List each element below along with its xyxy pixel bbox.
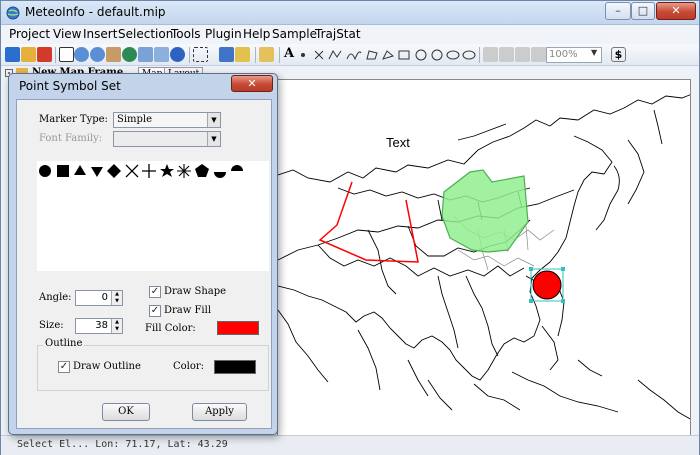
diamond-symbol-icon[interactable] xyxy=(107,164,121,178)
square-symbol-icon[interactable] xyxy=(57,165,69,177)
outline-group-label: Outline xyxy=(43,338,85,349)
measure-icon[interactable] xyxy=(219,47,234,62)
draw-shape-label: Draw Shape xyxy=(164,286,227,297)
zoom-dropdown-icon[interactable]: ▼ xyxy=(591,48,597,57)
fill-color-swatch[interactable] xyxy=(217,321,259,335)
draw-outline-label: Draw Outline xyxy=(73,361,141,372)
maximize-button[interactable]: □ xyxy=(631,2,655,20)
font-family-label: Font Family: xyxy=(39,133,103,144)
chevron-down-icon[interactable]: ▼ xyxy=(207,132,220,146)
fill-color-label: Fill Color: xyxy=(145,323,196,334)
ok-button[interactable]: OK xyxy=(102,403,150,421)
triangle-down-symbol-icon[interactable] xyxy=(91,167,103,177)
lower-half-circle-symbol-icon[interactable] xyxy=(214,172,226,178)
zoom-in-icon[interactable] xyxy=(74,47,89,62)
dollar-icon[interactable]: $ xyxy=(611,47,626,62)
pentagon-symbol-icon[interactable] xyxy=(195,164,209,177)
close-button[interactable]: ✕ xyxy=(656,2,696,20)
angle-label: Angle: xyxy=(39,292,72,303)
remove-icon[interactable] xyxy=(37,47,52,62)
marker-type-value: Simple xyxy=(117,114,153,125)
add-layer-icon[interactable] xyxy=(5,47,20,62)
circle-symbol-icon[interactable] xyxy=(39,165,51,177)
dialog-body: Marker Type: Simple ▼ Font Family: ▼ Ang… xyxy=(16,99,272,429)
menu-bar: Project View Insert Selection Tools Plug… xyxy=(1,25,699,44)
asterisk-symbol-icon[interactable] xyxy=(177,164,191,178)
zoom-layer-icon[interactable] xyxy=(138,47,153,62)
angle-spinner[interactable]: 0 ▲ ▼ xyxy=(75,290,123,306)
edit-icon[interactable] xyxy=(259,47,274,62)
size-value: 38 xyxy=(95,320,108,331)
star-symbol-icon[interactable] xyxy=(160,164,174,177)
marker-type-select[interactable]: Simple ▼ xyxy=(113,112,221,128)
symbol-gallery-icons[interactable] xyxy=(37,161,269,185)
zoom-selection-icon[interactable] xyxy=(154,47,169,62)
angle-value: 0 xyxy=(101,292,108,303)
upper-half-circle-symbol-icon[interactable] xyxy=(231,165,243,171)
align-left-icon[interactable] xyxy=(483,47,498,62)
menu-project[interactable]: Project xyxy=(9,27,50,41)
spinner-arrows-icon[interactable]: ▲ ▼ xyxy=(111,291,122,305)
open-icon[interactable] xyxy=(21,47,36,62)
polygon-shape[interactable] xyxy=(441,169,529,253)
menu-tools[interactable]: Tools xyxy=(171,27,201,41)
triangle-up-symbol-icon[interactable] xyxy=(74,165,86,175)
dialog-title: Point Symbol Set xyxy=(19,79,121,93)
symbol-gallery[interactable] xyxy=(37,161,269,271)
size-spinner[interactable]: 38 ▲ ▼ xyxy=(75,318,123,334)
drawing-tools[interactable] xyxy=(297,47,477,63)
align-center-icon[interactable] xyxy=(499,47,514,62)
point-symbol-dialog: Point Symbol Set ✕ Marker Type: Simple ▼… xyxy=(8,73,278,435)
menu-help[interactable]: Help xyxy=(243,27,270,41)
menu-view[interactable]: View xyxy=(53,27,81,41)
minimize-button[interactable]: – xyxy=(605,2,631,20)
draw-fill-checkbox[interactable]: ✓ xyxy=(149,305,161,317)
select-elements-icon[interactable] xyxy=(193,47,208,62)
status-bar: Select El... Lon: 71.17, Lat: 43.29 xyxy=(1,435,699,455)
full-extent-globe-icon[interactable] xyxy=(122,47,137,62)
title-bar[interactable]: MeteoInfo - default.mip – □ ✕ xyxy=(1,1,699,25)
outline-color-swatch[interactable] xyxy=(214,360,256,374)
toolbar: A 100% ▼ $ xyxy=(1,44,699,66)
label-icon[interactable] xyxy=(235,47,250,62)
menu-selection[interactable]: Selection xyxy=(118,27,173,41)
identify-icon[interactable] xyxy=(170,47,185,62)
menu-insert[interactable]: Insert xyxy=(83,27,117,41)
select-tool-icon[interactable] xyxy=(59,47,74,62)
size-label: Size: xyxy=(39,320,64,331)
map-text-label[interactable]: Text xyxy=(386,135,410,150)
x-cross-symbol-icon[interactable] xyxy=(125,164,139,178)
draw-fill-label: Draw Fill xyxy=(164,305,212,316)
align-right-icon[interactable] xyxy=(515,47,530,62)
draw-shape-checkbox[interactable]: ✓ xyxy=(149,286,161,298)
circle-marker[interactable] xyxy=(532,270,562,300)
menu-sample[interactable]: Sample xyxy=(272,27,317,41)
plus-symbol-icon[interactable] xyxy=(142,164,156,178)
align-top-icon[interactable] xyxy=(531,47,546,62)
pan-hand-icon[interactable] xyxy=(106,47,121,62)
chevron-down-icon[interactable]: ▼ xyxy=(207,113,220,127)
dialog-close-button[interactable]: ✕ xyxy=(231,75,273,92)
map-view[interactable]: Text xyxy=(277,79,691,437)
outline-color-label: Color: xyxy=(173,361,205,372)
spinner-arrows-icon[interactable]: ▲ ▼ xyxy=(111,319,122,333)
draw-outline-checkbox[interactable]: ✓ xyxy=(58,361,70,373)
menu-trajstat[interactable]: TrajStat xyxy=(315,27,361,41)
text-tool-icon[interactable]: A xyxy=(284,46,294,61)
marker-type-label: Marker Type: xyxy=(39,114,108,125)
window-title: MeteoInfo - default.mip xyxy=(25,5,166,19)
menu-plugin[interactable]: Plugin xyxy=(205,27,242,41)
polyline-shape[interactable] xyxy=(318,181,419,263)
zoom-out-icon[interactable] xyxy=(90,47,105,62)
map-canvas[interactable] xyxy=(278,80,691,437)
status-text: Select El... Lon: 71.17, Lat: 43.29 xyxy=(17,439,228,450)
apply-button[interactable]: Apply xyxy=(192,403,247,421)
font-family-select[interactable]: ▼ xyxy=(113,131,221,147)
app-globe-icon xyxy=(6,6,20,20)
